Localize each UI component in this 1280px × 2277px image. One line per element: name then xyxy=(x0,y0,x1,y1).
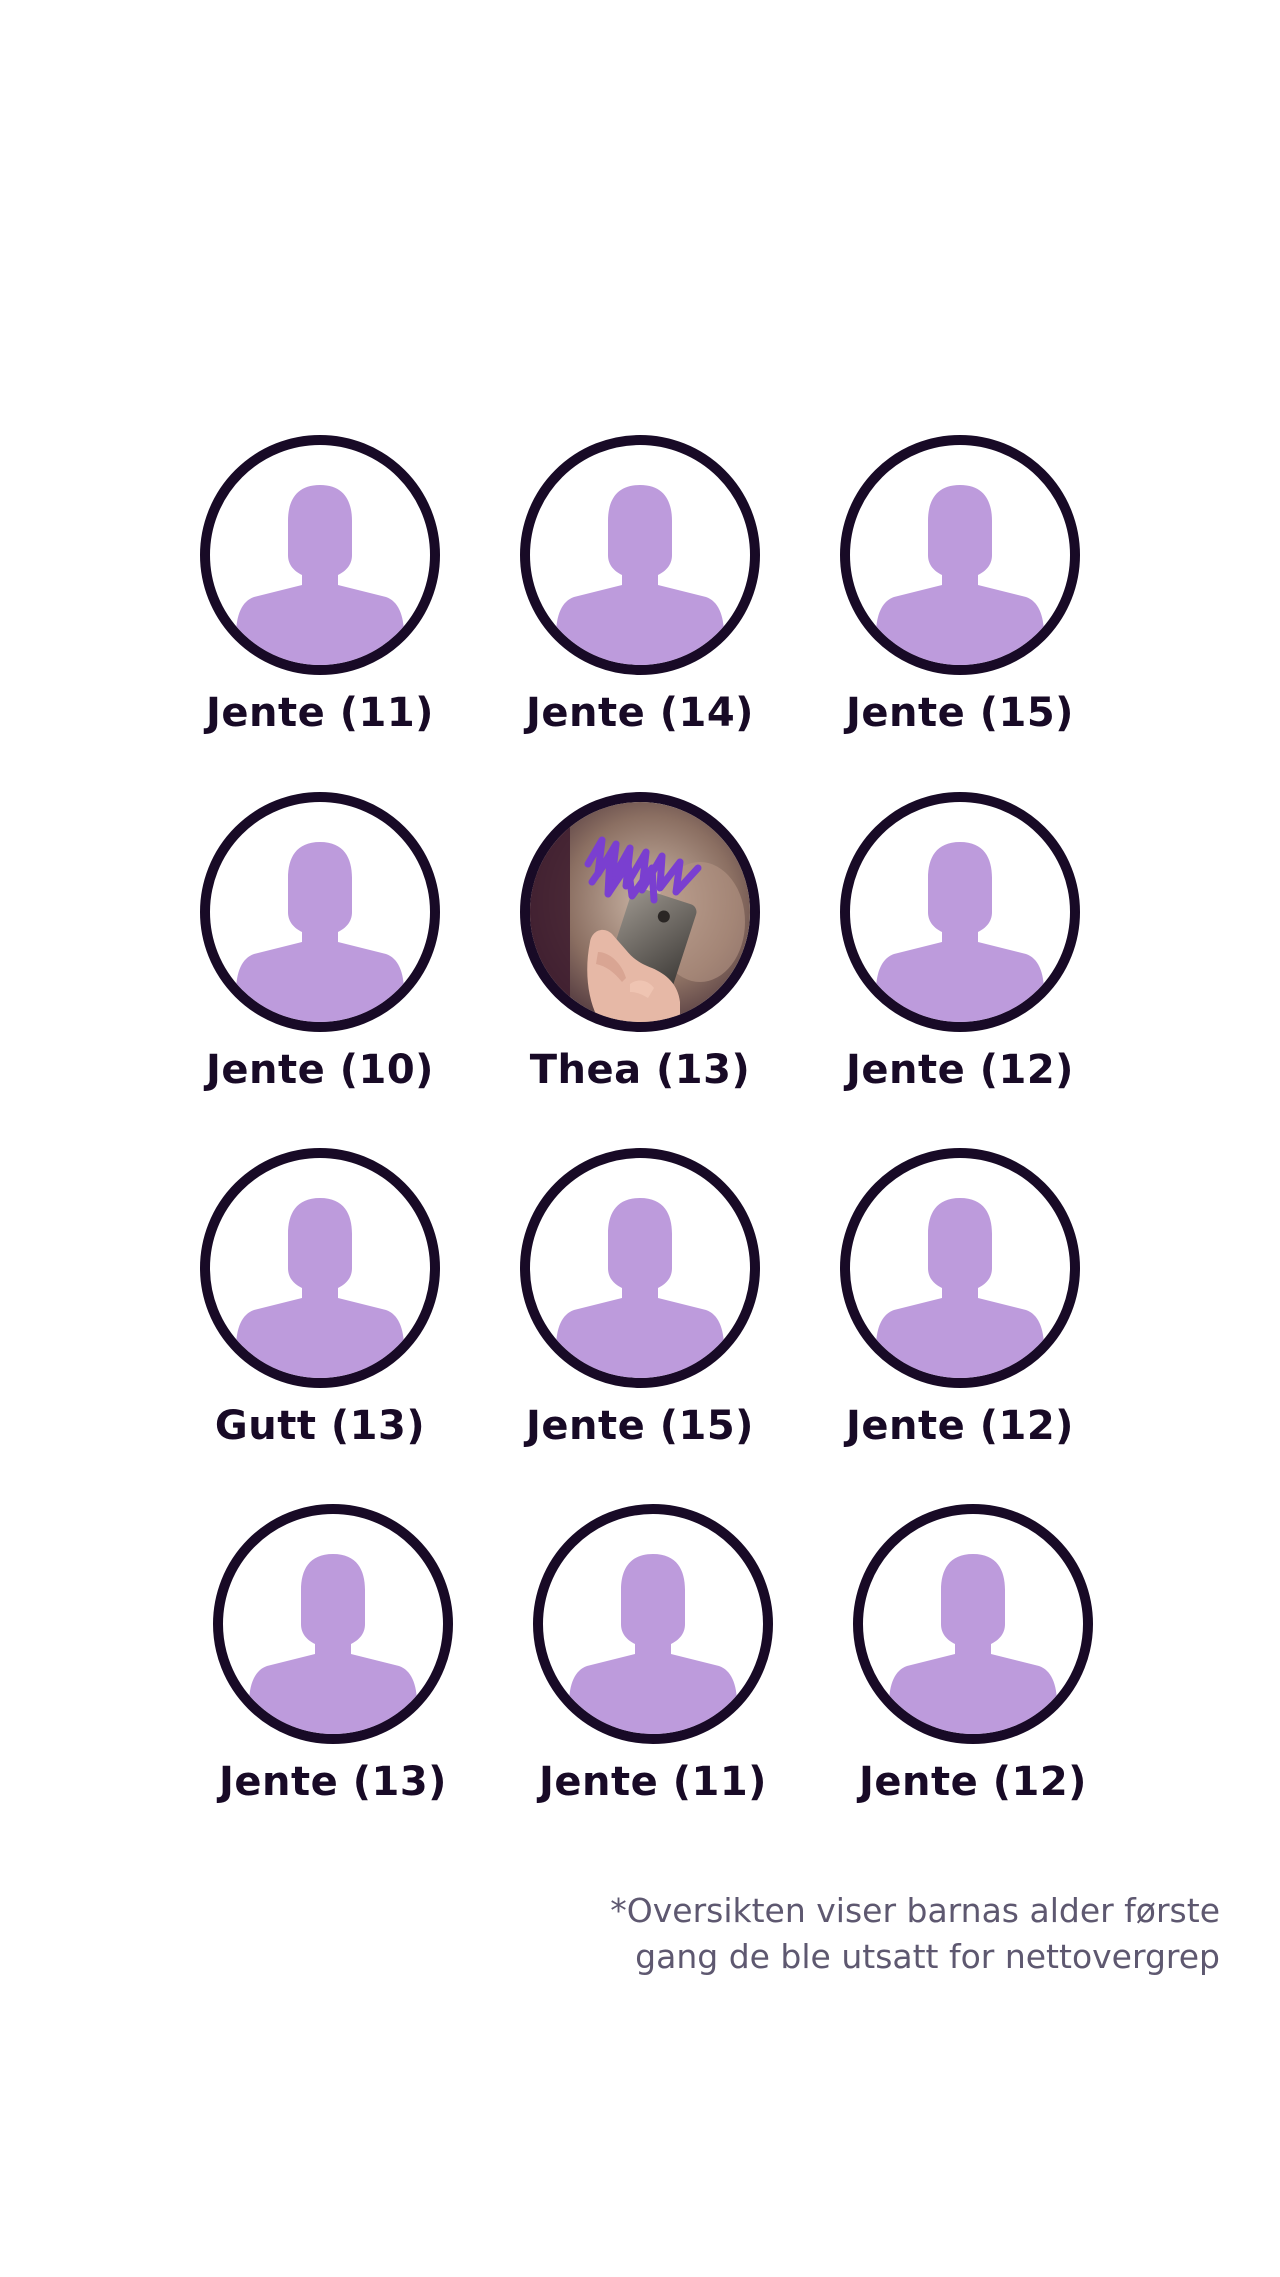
person-silhouette-icon xyxy=(556,485,724,665)
avatar-card: Jente (11) xyxy=(493,1504,813,1834)
person-silhouette-icon xyxy=(249,1554,417,1734)
avatar-photo xyxy=(520,792,760,1032)
person-silhouette-icon xyxy=(556,1198,724,1378)
footnote-line: *Oversikten viser barnas alder første xyxy=(610,1891,1220,1930)
person-silhouette-icon xyxy=(236,842,404,1022)
avatar xyxy=(840,435,1080,675)
avatar xyxy=(200,792,440,1032)
avatar-label: Gutt (13) xyxy=(214,1403,426,1449)
avatar-card: Jente (13) xyxy=(173,1504,493,1834)
avatar-label: Jente (12) xyxy=(846,1403,1074,1449)
person-silhouette-icon xyxy=(889,1554,1057,1734)
avatar-label: Jente (15) xyxy=(846,690,1074,736)
avatar-card: Jente (15) xyxy=(480,1148,800,1478)
avatar xyxy=(200,435,440,675)
avatar-card: Jente (15) xyxy=(800,435,1120,765)
avatar-label: Jente (10) xyxy=(206,1047,434,1093)
footnote: *Oversikten viser barnas alder første ga… xyxy=(500,1888,1220,1980)
footnote-line: gang de ble utsatt for nettovergrep xyxy=(635,1937,1220,1976)
avatar-label: Jente (14) xyxy=(526,690,754,736)
avatar xyxy=(213,1504,453,1744)
avatar-card: Jente (12) xyxy=(800,1148,1120,1478)
person-silhouette-icon xyxy=(569,1554,737,1734)
avatar xyxy=(533,1504,773,1744)
avatar xyxy=(520,1148,760,1388)
avatar-label: Thea (13) xyxy=(529,1047,751,1093)
avatar xyxy=(840,792,1080,1032)
avatar-card: Jente (14) xyxy=(480,435,800,765)
avatar-label: Jente (15) xyxy=(526,1403,754,1449)
avatar-label: Jente (13) xyxy=(219,1759,447,1805)
avatar-card: Jente (10) xyxy=(160,792,480,1122)
person-silhouette-icon xyxy=(236,1198,404,1378)
avatar-card: Gutt (13) xyxy=(160,1148,480,1478)
person-silhouette-icon xyxy=(876,1198,1044,1378)
avatar xyxy=(520,435,760,675)
avatar-card: Jente (11) xyxy=(160,435,480,765)
avatar-label: Jente (11) xyxy=(206,690,434,736)
avatar xyxy=(840,1148,1080,1388)
avatar-card: Jente (12) xyxy=(800,792,1120,1122)
avatar-label: Jente (11) xyxy=(539,1759,767,1805)
person-silhouette-icon xyxy=(876,485,1044,665)
avatar xyxy=(853,1504,1093,1744)
avatar-label: Jente (12) xyxy=(846,1047,1074,1093)
person-silhouette-icon xyxy=(876,842,1044,1022)
avatar-label: Jente (12) xyxy=(859,1759,1087,1805)
avatar-card-photo: Thea (13) xyxy=(480,792,800,1122)
person-silhouette-icon xyxy=(236,485,404,665)
avatar xyxy=(200,1148,440,1388)
avatar-card: Jente (12) xyxy=(813,1504,1133,1834)
photo-hand-holding-phone xyxy=(530,802,750,1022)
